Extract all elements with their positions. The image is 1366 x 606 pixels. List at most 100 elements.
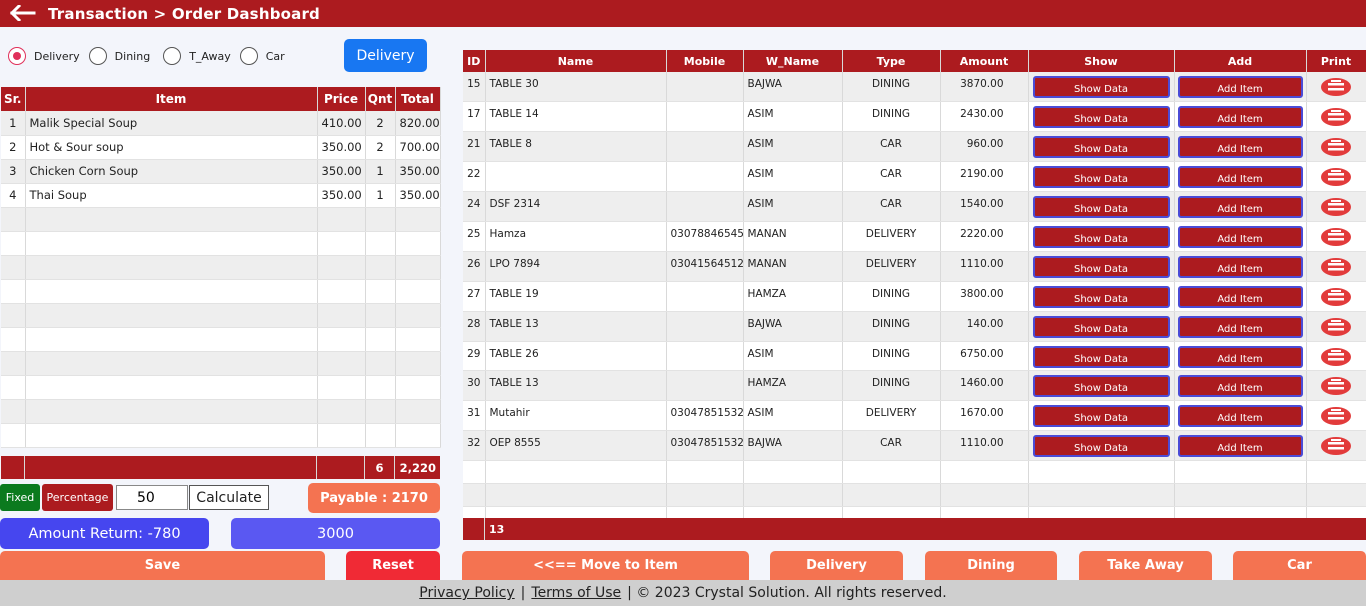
save-button[interactable]: Save: [0, 551, 325, 580]
back-arrow-icon[interactable]: [6, 0, 40, 27]
order-cell-w-name: ASIM: [743, 191, 843, 222]
terms-of-use-link[interactable]: Terms of Use: [531, 585, 621, 601]
order-cell-id: 26: [463, 251, 486, 282]
order-row[interactable]: 26 LPO 7894 03041564512 MANAN DELIVERY 1110.0…: [463, 251, 1366, 282]
print-icon[interactable]: [1319, 404, 1353, 428]
add-item-button[interactable]: Add Item: [1177, 136, 1303, 159]
percentage-discount-button[interactable]: Percentage: [42, 484, 113, 511]
radio-car[interactable]: Car: [239, 47, 285, 65]
order-row[interactable]: 17 TABLE 14 ASIM DINING 2430.00 Show Data Add …: [463, 101, 1366, 133]
order-cell-type: DINING: [842, 341, 941, 372]
print-icon[interactable]: [1319, 225, 1353, 249]
order-row[interactable]: 31 Mutahir 03047851532 ASIM DELIVERY 1670.00 S…: [463, 400, 1366, 432]
privacy-policy-link[interactable]: Privacy Policy: [419, 585, 514, 601]
order-row[interactable]: 28 TABLE 13 BAJWA DINING 140.00 Show Data Add …: [463, 311, 1366, 342]
reset-button[interactable]: Reset: [346, 551, 440, 580]
order-cell-amount: 140.00: [940, 311, 1029, 342]
radio-t-away-circle[interactable]: [163, 47, 182, 65]
add-item-button[interactable]: Add Item: [1177, 315, 1303, 338]
show-data-button[interactable]: Show Data: [1032, 255, 1170, 278]
order-cell-mobile: 03041564512: [666, 251, 744, 282]
order-cell-name: DSF 2314: [485, 191, 667, 222]
radio-delivery[interactable]: Delivery: [8, 47, 80, 65]
print-icon[interactable]: [1319, 165, 1353, 189]
print-icon[interactable]: [1319, 434, 1353, 458]
cash-received-field[interactable]: 3000: [231, 518, 440, 549]
print-icon[interactable]: [1319, 195, 1353, 219]
empty-item-row: [1, 207, 441, 232]
print-icon[interactable]: [1319, 345, 1353, 369]
show-data-button[interactable]: Show Data: [1032, 315, 1170, 338]
radio-dining[interactable]: Dining: [88, 47, 150, 65]
add-item-button[interactable]: Add Item: [1177, 166, 1303, 189]
show-data-button[interactable]: Show Data: [1032, 285, 1170, 308]
show-data-button[interactable]: Show Data: [1032, 225, 1170, 248]
print-icon[interactable]: [1319, 135, 1353, 159]
order-cell-name: TABLE 8: [485, 131, 667, 163]
add-item-button[interactable]: Add Item: [1177, 435, 1303, 458]
show-data-button[interactable]: Show Data: [1032, 166, 1170, 189]
show-data-button[interactable]: Show Data: [1032, 405, 1170, 428]
order-row[interactable]: 32 OEP 8555 03047851532 BAJWA CAR 1110.00 Show…: [463, 430, 1366, 462]
radio-delivery-circle[interactable]: [8, 47, 26, 65]
add-item-button[interactable]: Add Item: [1177, 76, 1303, 98]
add-item-button[interactable]: Add Item: [1177, 106, 1303, 129]
add-item-button[interactable]: Add Item: [1177, 405, 1303, 428]
order-cell-name: TABLE 13: [485, 370, 667, 402]
order-row[interactable]: 25 Hamza 03078846545 MANAN DELIVERY 2220.00 Sh…: [463, 221, 1366, 252]
order-row[interactable]: 21 TABLE 8 ASIM CAR 960.00 Show Data Add Item: [463, 131, 1366, 163]
add-item-button[interactable]: Add Item: [1177, 285, 1303, 308]
empty-item-row: [1, 327, 441, 352]
order-cell-amount: 3800.00: [940, 281, 1029, 312]
show-data-button[interactable]: Show Data: [1032, 76, 1170, 98]
discount-input[interactable]: [116, 485, 188, 510]
radio-car-circle[interactable]: [239, 47, 258, 65]
show-data-button[interactable]: Show Data: [1032, 136, 1170, 159]
item-cell-price: 350.00: [317, 135, 366, 160]
print-icon[interactable]: [1319, 374, 1353, 398]
item-row[interactable]: 3 Chicken Corn Soup 350.00 1 350.00: [1, 159, 441, 184]
item-row[interactable]: 4 Thai Soup 350.00 1 350.00: [1, 183, 441, 208]
order-row[interactable]: 15 TABLE 30 BAJWA DINING 3870.00 Show Data Add…: [463, 72, 1366, 103]
calculate-button[interactable]: Calculate: [189, 485, 269, 510]
order-cell-name: TABLE 30: [485, 72, 667, 103]
item-row[interactable]: 1 Malik Special Soup 410.00 2 820.00: [1, 111, 441, 136]
take-away-filter-button[interactable]: Take Away: [1079, 551, 1212, 580]
show-data-button[interactable]: Show Data: [1032, 345, 1170, 368]
empty-order-row: [463, 483, 1366, 508]
car-filter-button[interactable]: Car: [1233, 551, 1366, 580]
add-item-button[interactable]: Add Item: [1177, 255, 1303, 278]
move-to-item-button[interactable]: <<== Move to Item: [462, 551, 749, 580]
delivery-filter-button[interactable]: Delivery: [770, 551, 903, 580]
radio-dining-circle[interactable]: [88, 47, 107, 65]
order-cell-type: DINING: [842, 72, 941, 103]
add-item-button[interactable]: Add Item: [1177, 345, 1303, 368]
order-row[interactable]: 27 TABLE 19 HAMZA DINING 3800.00 Show Data Add…: [463, 281, 1366, 312]
order-row[interactable]: 29 TABLE 26 ASIM DINING 6750.00 Show Data Add …: [463, 341, 1366, 372]
add-item-button[interactable]: Add Item: [1177, 375, 1303, 398]
selected-mode-button[interactable]: Delivery: [344, 39, 427, 72]
page-footer: Privacy Policy | Terms of Use | © 2023 C…: [0, 580, 1366, 606]
show-data-button[interactable]: Show Data: [1032, 196, 1170, 219]
items-table: Sr. Item Price Qnt Total 1 Malik Special …: [1, 87, 441, 448]
order-cell-w-name: BAJWA: [743, 311, 843, 342]
print-icon[interactable]: [1319, 105, 1353, 129]
order-row[interactable]: 22 ASIM CAR 2190.00 Show Data Add Item: [463, 161, 1366, 193]
fixed-discount-button[interactable]: Fixed: [0, 484, 40, 511]
show-data-button[interactable]: Show Data: [1032, 375, 1170, 398]
show-data-button[interactable]: Show Data: [1032, 106, 1170, 129]
print-icon[interactable]: [1319, 315, 1353, 339]
item-row[interactable]: 2 Hot & Sour soup 350.00 2 700.00: [1, 135, 441, 160]
print-icon[interactable]: [1319, 285, 1353, 309]
add-item-button[interactable]: Add Item: [1177, 225, 1303, 248]
show-data-button[interactable]: Show Data: [1032, 435, 1170, 458]
amount-return: Amount Return: -780: [0, 518, 209, 549]
item-cell-sr: 1: [1, 111, 26, 136]
print-icon[interactable]: [1319, 255, 1353, 279]
print-icon[interactable]: [1319, 75, 1353, 99]
order-row[interactable]: 30 TABLE 13 HAMZA DINING 1460.00 Show Data Add…: [463, 370, 1366, 402]
add-item-button[interactable]: Add Item: [1177, 196, 1303, 219]
radio-t-away[interactable]: T_Away: [163, 47, 231, 65]
order-row[interactable]: 24 DSF 2314 ASIM CAR 1540.00 Show Data Add Ite…: [463, 191, 1366, 222]
dining-filter-button[interactable]: Dining: [925, 551, 1057, 580]
